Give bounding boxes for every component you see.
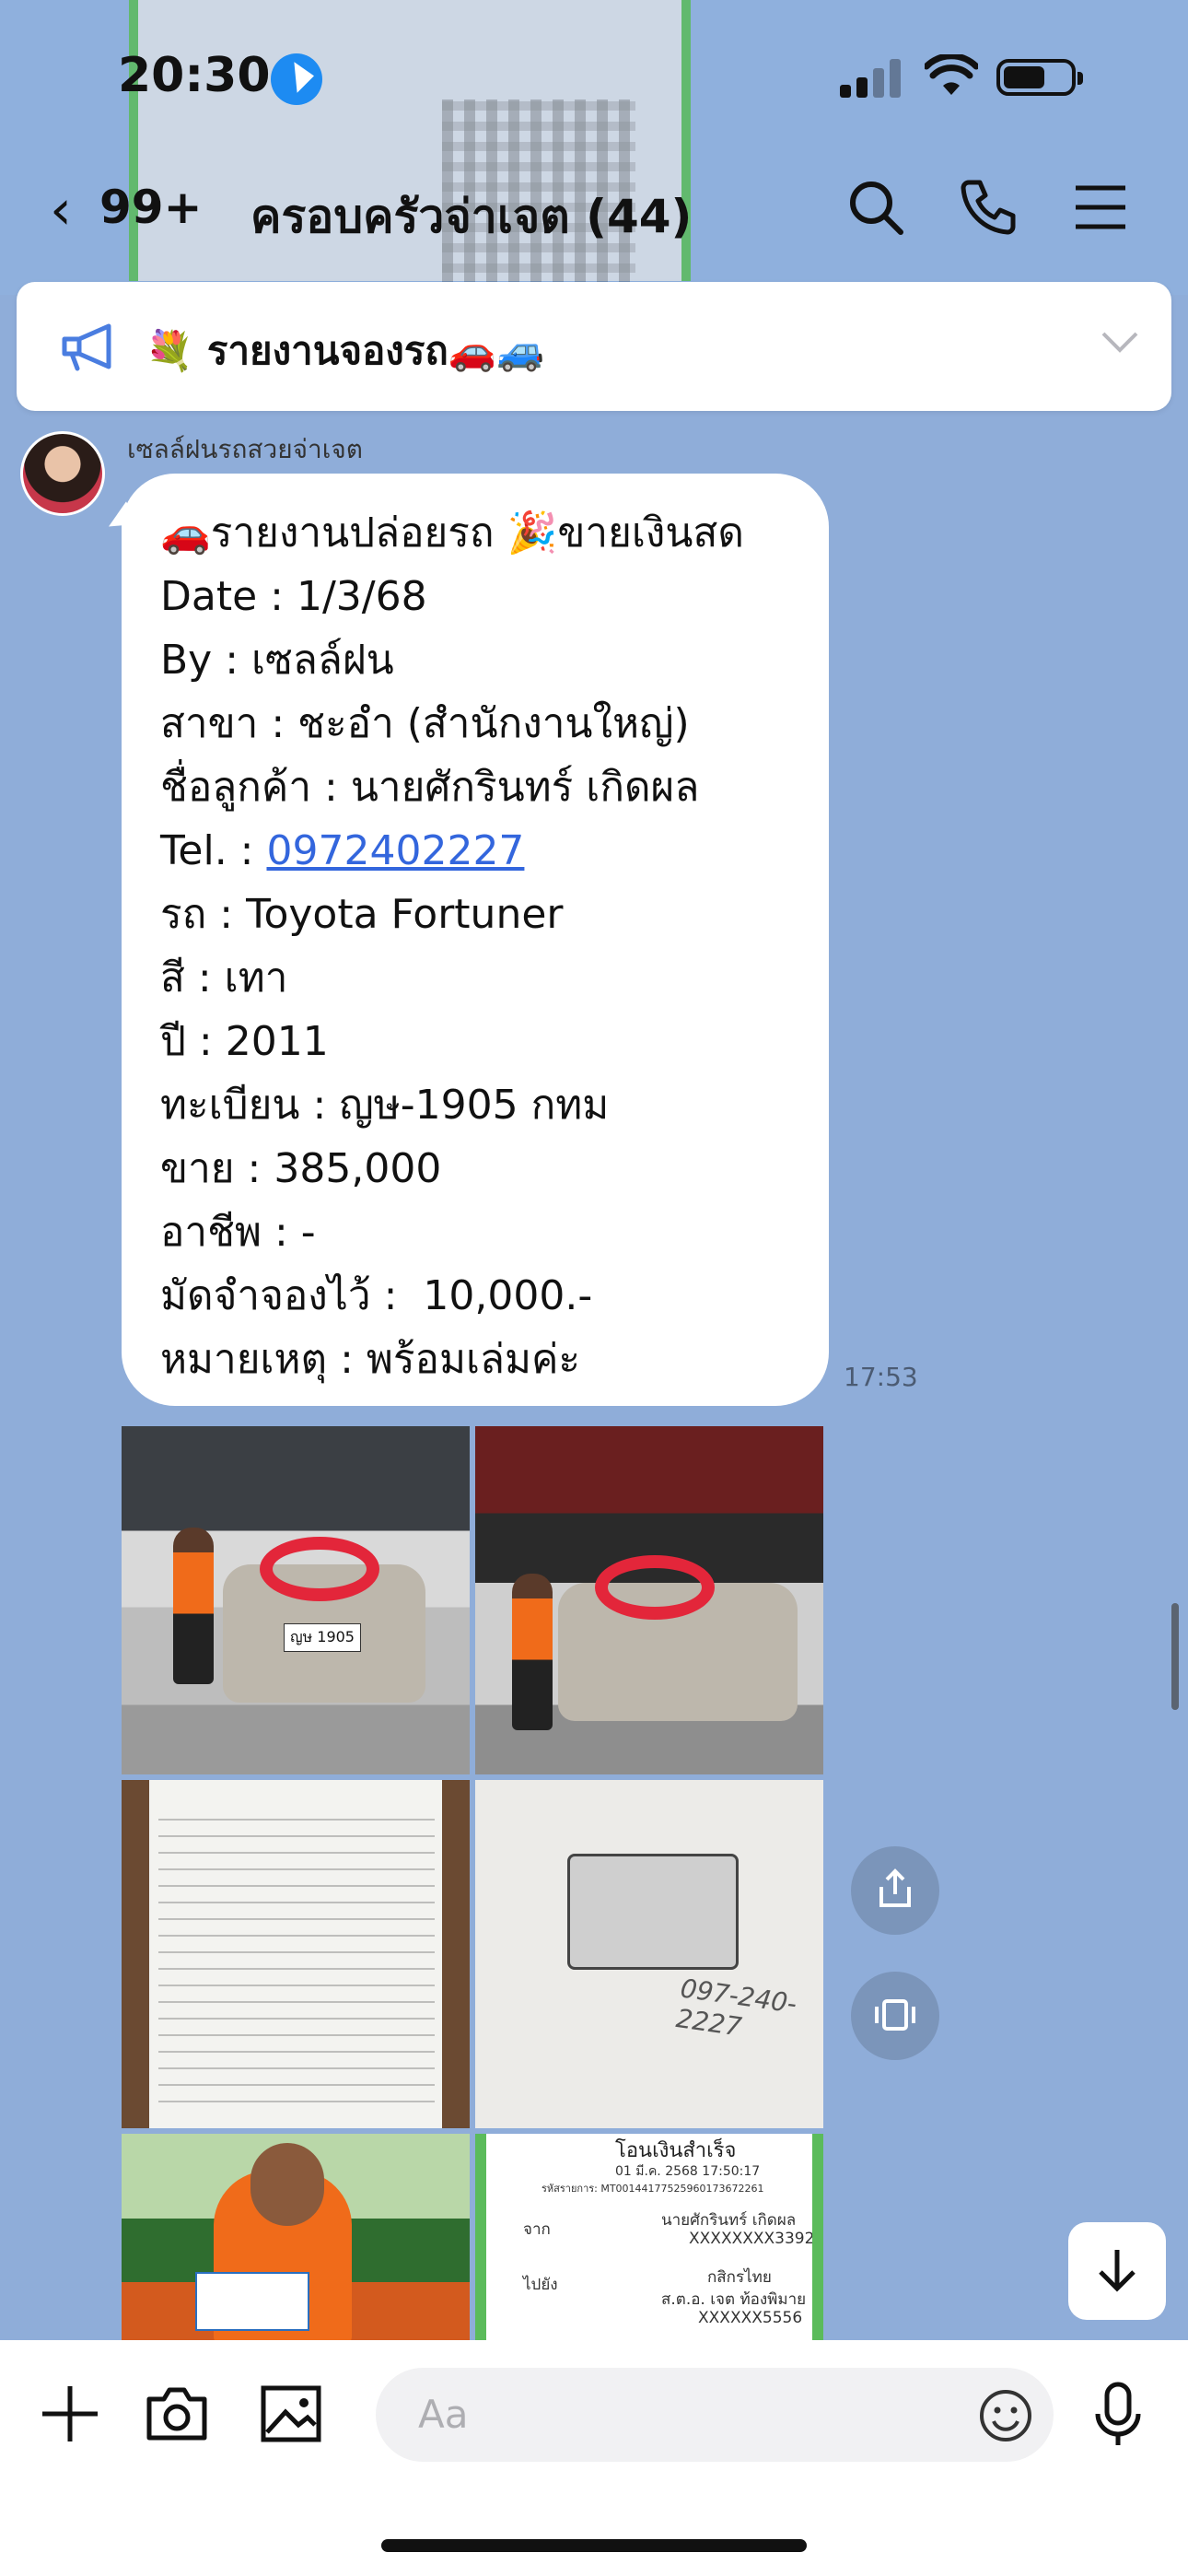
menu-icon[interactable] [1068, 175, 1133, 240]
handwritten-phone: 097-240-2227 [674, 1973, 799, 2043]
chat-title[interactable]: ครอบครัวจ่าเจต (44) [250, 181, 692, 253]
status-time: 20:30 [118, 48, 271, 103]
sender-name: เซลล์ฝนรถสวยจ่าเจต [127, 434, 363, 464]
wifi-icon [923, 53, 980, 109]
chevron-down-icon[interactable] [1100, 328, 1140, 356]
phone-link[interactable]: 0972402227 [266, 827, 524, 874]
location-arrow-icon [271, 53, 322, 105]
cellular-signal-icon [840, 57, 904, 98]
announcement-text: 💐 รายงานจองรถ🚗🚙 [146, 328, 545, 373]
share-icon[interactable] [851, 1846, 939, 1935]
photo-customer[interactable] [122, 2134, 470, 2346]
photo-delivery-side[interactable] [475, 1426, 823, 1774]
battery-icon [996, 59, 1083, 96]
photo-transfer-receipt[interactable]: โอนเงินสำเร็จ 01 มี.ค. 2568 17:50:17 รหั… [475, 2134, 823, 2346]
megaphone-icon [59, 321, 123, 372]
message-input[interactable]: Aa [376, 2368, 1054, 2462]
scrollbar[interactable] [1171, 1603, 1179, 1710]
arrow-down-icon[interactable] [1068, 2222, 1166, 2320]
photo-delivery-front[interactable]: ญษ 1905 [122, 1426, 470, 1774]
announcement-banner[interactable]: 💐 รายงานจองรถ🚗🚙 [17, 282, 1171, 411]
message-bubble[interactable]: 🚗รายงานปล่อยรถ 🎉ขายเงินสด Date : 1/3/68 … [122, 474, 829, 1406]
home-indicator[interactable] [381, 2539, 807, 2552]
search-icon[interactable] [844, 175, 908, 240]
message-text: 🚗รายงานปล่อยรถ 🎉ขายเงินสด Date : 1/3/68 … [160, 509, 744, 1383]
status-bar: 20:30 [0, 0, 1188, 157]
message-timestamp: 17:53 [844, 1362, 918, 1392]
image-icon[interactable] [254, 2377, 328, 2451]
camera-icon[interactable] [140, 2377, 214, 2451]
plus-icon[interactable] [33, 2377, 107, 2451]
sender-avatar[interactable] [20, 431, 105, 516]
microphone-icon[interactable] [1081, 2377, 1155, 2451]
screenshot-icon[interactable] [851, 1972, 939, 2060]
emoji-icon[interactable] [978, 2388, 1033, 2443]
photo-id-card[interactable]: 097-240-2227 [475, 1780, 823, 2128]
phone-icon[interactable] [956, 175, 1020, 240]
chevron-left-icon[interactable]: ‹ [50, 182, 72, 238]
input-placeholder: Aa [418, 2392, 469, 2437]
license-plate: ญษ 1905 [284, 1623, 361, 1652]
unread-count[interactable]: 99+ [99, 181, 202, 234]
photo-contract-document[interactable] [122, 1780, 470, 2128]
